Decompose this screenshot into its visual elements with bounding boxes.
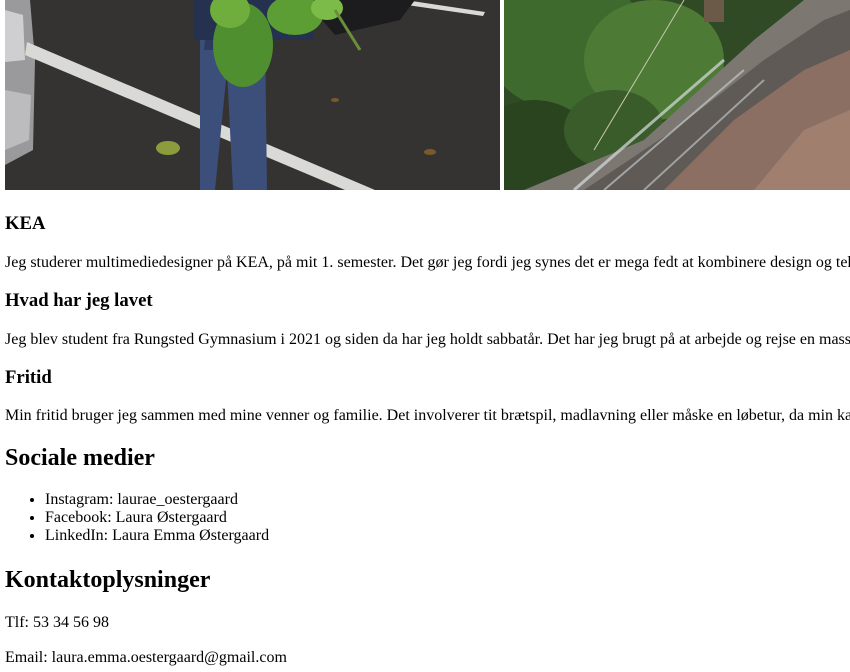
parking-lot-plant-image xyxy=(5,0,500,190)
photo-rock-waterfall xyxy=(504,0,850,190)
contact-heading: Kontaktoplysninger xyxy=(5,567,211,593)
social-item-facebook: Facebook: Laura Østergaard xyxy=(45,509,269,527)
photo-gallery xyxy=(5,0,850,190)
social-heading: Sociale medier xyxy=(5,445,155,471)
contact-phone: Tlf: 53 34 56 98 xyxy=(5,614,109,631)
kea-text: Jeg studerer multimediedesigner på KEA, … xyxy=(5,254,850,271)
social-item-instagram: Instagram: laurae_oestergaard xyxy=(45,491,269,509)
social-item-linkedin: LinkedIn: Laura Emma Østergaard xyxy=(45,527,269,545)
rock-waterfall-image xyxy=(504,0,850,190)
fritid-text: Min fritid bruger jeg sammen med mine ve… xyxy=(5,407,850,424)
kea-heading: KEA xyxy=(5,213,46,234)
lavet-heading: Hvad har jeg lavet xyxy=(5,290,153,311)
photo-parking-lot-plant xyxy=(5,0,500,190)
contact-email: Email: laura.emma.oestergaard@gmail.com xyxy=(5,649,287,666)
lavet-text: Jeg blev student fra Rungsted Gymnasium … xyxy=(5,331,850,348)
social-list: Instagram: laurae_oestergaard Facebook: … xyxy=(5,491,269,545)
fritid-heading: Fritid xyxy=(5,367,52,388)
